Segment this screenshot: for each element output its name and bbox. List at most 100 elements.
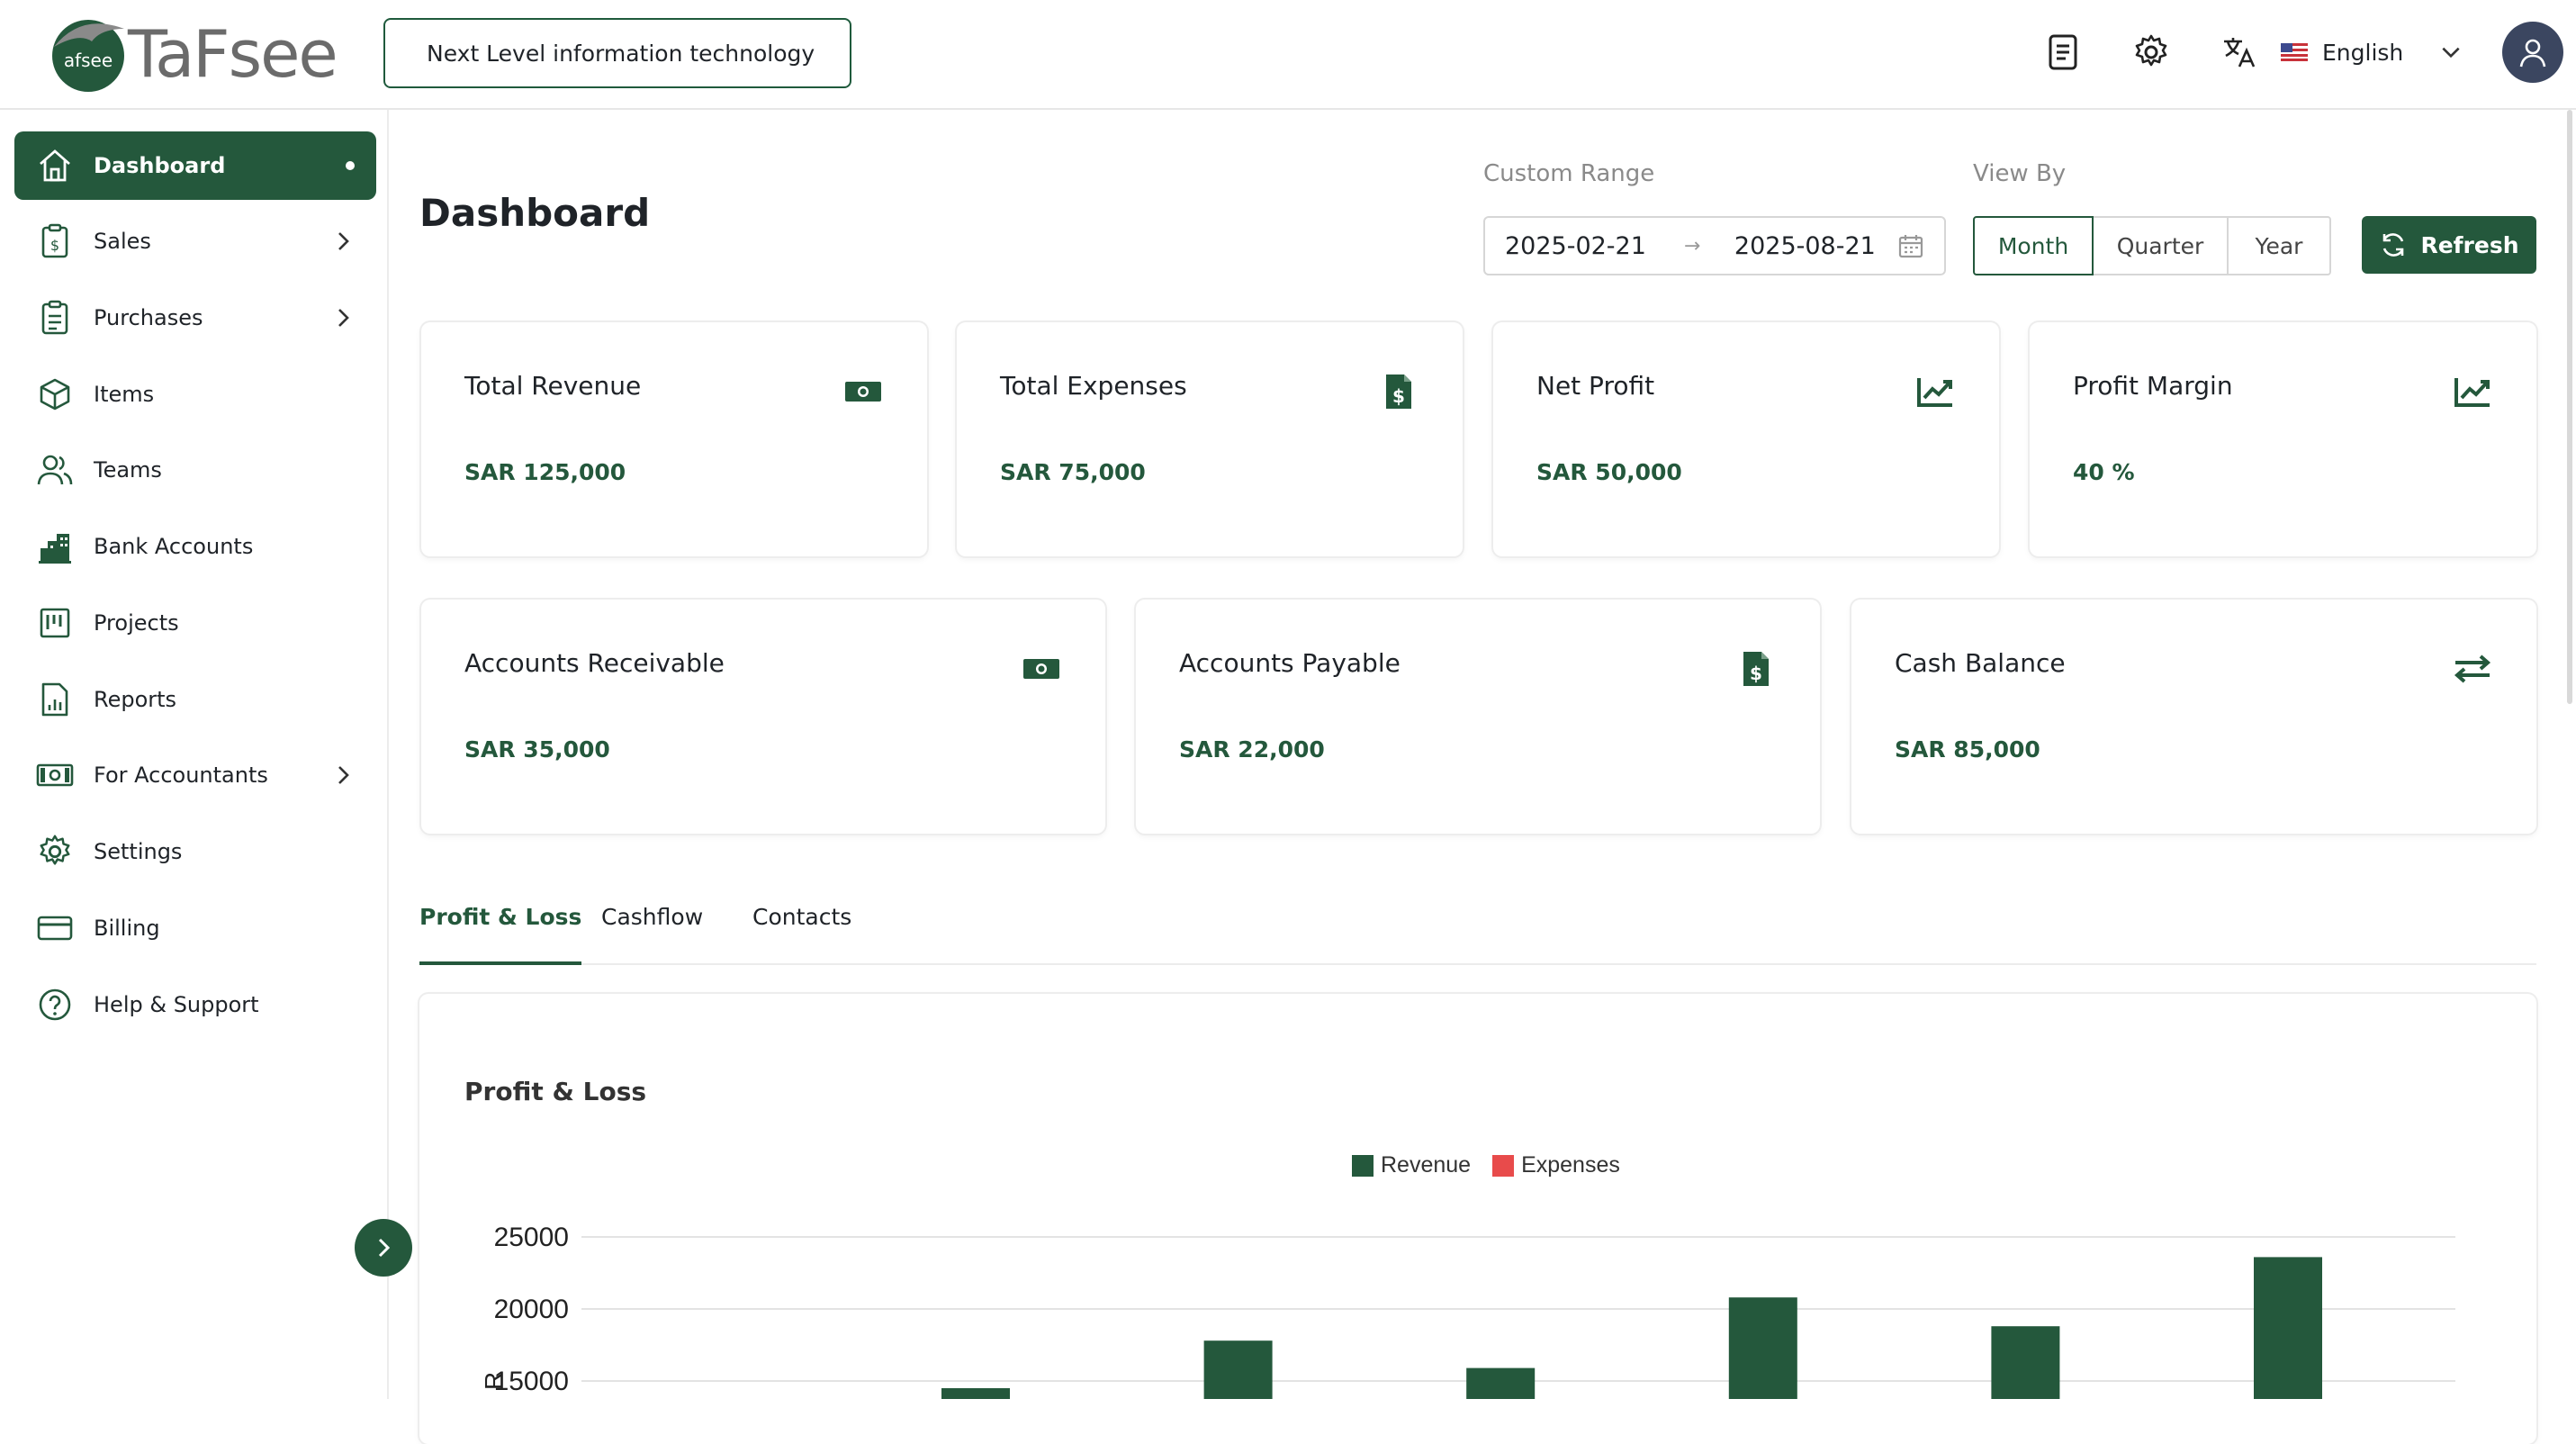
report-tabs: Profit & Loss Cashflow Contacts [419, 900, 2536, 965]
revenue-bar[interactable] [941, 1388, 1010, 1399]
revenue-bar[interactable] [1728, 1297, 1797, 1399]
page-scrollbar[interactable] [2567, 110, 2572, 704]
receipt-icon: $ [36, 222, 74, 260]
profit-loss-chart: 250002000015000R [480, 1223, 2455, 1399]
kpi-value: SAR 35,000 [464, 736, 610, 763]
document-icon[interactable] [2043, 32, 2083, 72]
kpi-value: SAR 125,000 [464, 459, 626, 485]
bank-icon [36, 528, 74, 565]
cash-icon [36, 756, 74, 794]
view-year-option[interactable]: Year [2229, 216, 2331, 275]
calendar-icon [1898, 235, 1923, 258]
y-tick-label: 25000 [494, 1223, 569, 1252]
sidebar-item-projects[interactable]: Projects [14, 589, 376, 657]
chevron-right-icon [338, 309, 349, 327]
home-icon [36, 147, 74, 185]
organization-name: Next Level information technology [427, 40, 815, 67]
svg-text:$: $ [50, 237, 59, 254]
sidebar-item-sales[interactable]: $ Sales [14, 207, 376, 275]
sidebar-item-label: Help & Support [94, 992, 259, 1017]
kpi-title: Profit Margin [2073, 371, 2233, 401]
trend-up-icon [1914, 371, 1956, 412]
card-icon [36, 909, 74, 947]
view-month-option[interactable]: Month [1973, 216, 2094, 275]
sidebar-item-bank-accounts[interactable]: Bank Accounts [14, 512, 376, 581]
user-avatar-icon[interactable] [2502, 22, 2563, 83]
sidebar-item-label: Settings [94, 839, 183, 864]
date-from-input[interactable]: 2025-02-21 [1505, 232, 1646, 260]
top-header: afsee TaFsee Next Level information tech… [0, 0, 2576, 110]
kpi-card-net-profit: Net Profit SAR 50,000 [1493, 322, 1999, 556]
kpi-value: SAR 85,000 [1895, 736, 2040, 763]
revenue-bar[interactable] [1203, 1340, 1273, 1399]
svg-text:afsee: afsee [64, 50, 113, 71]
tab-cashflow[interactable]: Cashflow [601, 900, 703, 965]
sidebar-item-label: Sales [94, 229, 151, 254]
sidebar-item-label: Dashboard [94, 153, 226, 178]
kpi-title: Accounts Receivable [464, 648, 725, 678]
date-to-input[interactable]: 2025-08-21 [1734, 232, 1876, 260]
svg-text:$: $ [1750, 663, 1762, 684]
language-label: English [2322, 39, 2404, 66]
exchange-icon [2452, 648, 2493, 690]
gear-icon [36, 833, 74, 871]
sidebar-item-label: Purchases [94, 305, 203, 330]
revenue-bar[interactable] [1466, 1367, 1536, 1399]
view-quarter-option[interactable]: Quarter [2094, 216, 2229, 275]
kpi-card-cash-balance: Cash Balance SAR 85,000 [1851, 600, 2536, 834]
kpi-value: SAR 75,000 [1000, 459, 1146, 485]
revenue-bar[interactable] [2254, 1257, 2322, 1399]
refresh-button[interactable]: Refresh [2362, 216, 2536, 274]
active-indicator [346, 161, 355, 170]
sidebar-item-teams[interactable]: Teams [14, 436, 376, 504]
language-selector[interactable]: English [2281, 27, 2463, 77]
sidebar: Dashboard $ Sales Purchases Items Teams … [0, 110, 389, 1399]
sidebar-item-label: Billing [94, 916, 160, 941]
sidebar-item-label: Items [94, 382, 155, 407]
sidebar-item-billing[interactable]: Billing [14, 894, 376, 962]
sidebar-toggle-button[interactable] [355, 1219, 412, 1277]
sidebar-item-purchases[interactable]: Purchases [14, 284, 376, 352]
date-range-picker[interactable]: 2025-02-21 → 2025-08-21 [1483, 216, 1946, 275]
cash-icon [1021, 648, 1062, 690]
sidebar-item-label: For Accountants [94, 763, 268, 788]
brand-name: TaFsee [128, 16, 338, 92]
sidebar-item-label: Bank Accounts [94, 534, 254, 559]
sidebar-item-label: Projects [94, 610, 179, 636]
kpi-title: Accounts Payable [1179, 648, 1401, 678]
organization-selector[interactable]: Next Level information technology [383, 18, 851, 88]
kpi-title: Total Expenses [1000, 371, 1187, 401]
revenue-bar[interactable] [1991, 1326, 2060, 1399]
kpi-value: SAR 22,000 [1179, 736, 1325, 763]
trend-up-icon [2452, 371, 2493, 412]
tab-profit-loss[interactable]: Profit & Loss [419, 900, 582, 965]
sidebar-item-reports[interactable]: Reports [14, 665, 376, 734]
svg-text:$: $ [1392, 385, 1405, 407]
y-tick-label: 20000 [494, 1295, 569, 1324]
y-axis-label: R [480, 1372, 508, 1390]
chevron-right-icon [338, 766, 349, 784]
page-title: Dashboard [419, 191, 651, 235]
us-flag-icon [2281, 43, 2308, 61]
sidebar-item-items[interactable]: Items [14, 360, 376, 429]
sidebar-item-help-support[interactable]: Help & Support [14, 970, 376, 1039]
kpi-title: Net Profit [1536, 371, 1655, 401]
sidebar-item-dashboard[interactable]: Dashboard [14, 131, 376, 200]
kpi-card-accounts-payable: Accounts Payable SAR 22,000 $ [1136, 600, 1820, 834]
chevron-right-icon [338, 232, 349, 250]
tab-contacts[interactable]: Contacts [752, 900, 851, 965]
kpi-value: SAR 50,000 [1536, 459, 1682, 485]
translate-icon[interactable] [2220, 32, 2259, 72]
brand-logo[interactable]: afsee TaFsee [45, 9, 338, 99]
gear-icon[interactable] [2131, 32, 2171, 72]
sidebar-item-settings[interactable]: Settings [14, 817, 376, 886]
custom-range-label: Custom Range [1483, 160, 1655, 187]
users-icon [36, 451, 74, 489]
kpi-card-total-revenue: Total Revenue SAR 125,000 [421, 322, 927, 556]
kpi-card-profit-margin: Profit Margin 40 % [2030, 322, 2536, 556]
invoice-dollar-icon: $ [1378, 371, 1419, 412]
cash-icon [842, 371, 884, 412]
sidebar-item-for-accountants[interactable]: For Accountants [14, 741, 376, 809]
kpi-title: Cash Balance [1895, 648, 2066, 678]
chevron-right-icon [378, 1238, 391, 1258]
